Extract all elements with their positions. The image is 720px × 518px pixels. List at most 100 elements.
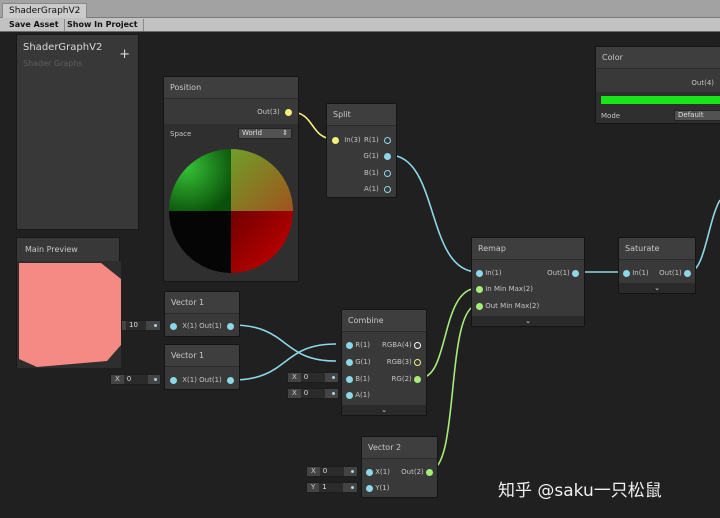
saturate-expand-chevron-icon[interactable]: ⌄ [619,283,695,293]
split-in-label: In(3) [344,136,361,144]
split-in-row: In(3) [332,134,361,146]
combine-out-rg-port[interactable] [414,375,421,383]
combine-expand-chevron-icon[interactable]: ⌄ [342,405,426,415]
vector2-x-input-field[interactable]: X0 [306,466,358,477]
vector1b-field-dot [154,378,157,381]
split-node-title: Split [327,104,396,126]
tab-shadergraph[interactable]: ShaderGraphV2 [2,3,88,18]
combine-in-r: R(1) [346,339,370,351]
vector1b-x-label: X [115,375,120,383]
combine-in-r-port[interactable] [346,341,353,349]
saturate-in-port[interactable] [623,269,630,277]
vector2-out-label: Out(2) [401,468,424,476]
combine-in-a: A(1) [346,389,370,401]
vector2-node[interactable]: Vector 2 X(1) Y(1) Out(2) [361,436,438,498]
combine-node[interactable]: Combine R(1) G(1) B(1) A(1) RGBA(4) RGB(… [341,309,427,416]
combine-a-field-dot [332,392,335,395]
saturate-out-port[interactable] [684,269,691,277]
space-dropdown-value: World [242,129,263,137]
combine-out-rgb-port[interactable] [414,358,421,366]
saturate-out-label: Out(1) [659,269,682,277]
split-out-b-port[interactable] [384,169,391,177]
remap-node[interactable]: Remap In(1) In Min Max(2) Out Min Max(2)… [471,237,585,327]
remap-inminmax-label: In Min Max(2) [485,285,533,293]
combine-out-rg-label: RG(2) [391,375,412,383]
position-out-port[interactable] [285,108,292,116]
combine-in-a-port[interactable] [346,391,353,399]
add-property-button[interactable]: + [119,47,130,62]
split-out-g-port[interactable] [384,152,391,160]
combine-in-a-label: A(1) [355,391,370,399]
remap-in-port[interactable] [476,269,483,277]
combine-a-input-field[interactable]: X0 [287,388,339,399]
vector1a-in-row: X(1) [170,320,197,332]
split-out-a-port[interactable] [384,185,391,193]
vector2-out-port[interactable] [426,468,433,476]
color-node-body: Mode Default [596,92,720,123]
combine-out-rgba-port[interactable] [414,341,421,349]
dropdown-arrow-icon: ⇕ [282,129,288,137]
vector2-in-y-port[interactable] [366,484,373,492]
color-mode-dropdown[interactable]: Default [674,110,720,121]
split-out-r-port[interactable] [384,136,391,144]
blackboard-panel: ShaderGraphV2 Shader Graphs + [16,34,139,230]
color-node[interactable]: Color Out(4) Mode Default [595,46,720,124]
split-node[interactable]: Split In(3) R(1) G(1) B(1) A(1) [326,103,397,198]
position-preview [169,149,293,273]
vector2-y-value: 1 [319,483,344,492]
vector1b-in-port[interactable] [170,376,177,384]
vector2-x-value: 0 [319,467,344,476]
vector2-in-y-label: Y(1) [375,484,390,492]
combine-in-g-port[interactable] [346,358,353,366]
split-out-r: R(1) [364,134,391,146]
vector1a-input-field[interactable]: 10 [121,320,161,331]
remap-expand-chevron-icon[interactable]: ⌄ [472,316,584,326]
vector1a-out-label: Out(1) [199,322,222,330]
vector1b-value: 0 [123,375,148,384]
vector1a-in-port[interactable] [170,322,177,330]
show-in-project-button[interactable]: Show In Project [62,19,144,31]
combine-b-value: 0 [300,373,325,382]
saturate-in-label: In(1) [632,269,649,277]
vector1a-node[interactable]: Vector 1 X(1) Out(1) [164,291,240,337]
remap-out-port[interactable] [572,269,579,277]
main-preview-title: Main Preview [25,245,78,254]
vector2-y-input-field[interactable]: Y1 [306,482,358,493]
split-in-port[interactable] [332,136,339,144]
remap-inminmax-row: In Min Max(2) [476,283,533,295]
combine-out-rgba: RGBA(4) [382,339,421,351]
split-out-b: B(1) [364,167,391,179]
vector2-in-x-port[interactable] [366,468,373,476]
position-node[interactable]: Position Out(3) Space World ⇕ [163,76,299,282]
color-mode-value: Default [678,111,704,119]
combine-out-rgb: RGB(3) [387,356,421,368]
saturate-node-title: Saturate [619,238,695,260]
vector1b-input-field[interactable]: X0 [110,374,161,385]
remap-out-label: Out(1) [547,269,570,277]
remap-outminmax-label: Out Min Max(2) [485,302,540,310]
split-out-g: G(1) [363,150,391,162]
color-out-row: Out(4) [691,77,714,89]
position-out-label: Out(3) [257,108,280,116]
color-swatch[interactable] [601,96,720,104]
combine-b-field-dot [332,376,335,379]
saturate-node[interactable]: Saturate In(1) Out(1) ⌄ [618,237,696,294]
save-asset-button[interactable]: Save Asset [4,19,65,31]
combine-out-rg: RG(2) [392,373,421,385]
combine-out-rgba-label: RGBA(4) [381,341,412,349]
vector1a-node-title: Vector 1 [165,292,239,314]
vector1a-field-dot [154,324,157,327]
vector1a-out-port[interactable] [227,322,234,330]
remap-inminmax-port[interactable] [476,285,483,293]
vector2-out-row: Out(2) [401,466,433,478]
space-dropdown[interactable]: World ⇕ [238,128,292,139]
vector1b-out-port[interactable] [227,376,234,384]
combine-in-b-port[interactable] [346,375,353,383]
watermark: 知乎 @saku一只松鼠 [498,481,662,501]
space-label: Space [170,130,192,138]
combine-b-input-field[interactable]: X0 [287,372,339,383]
vector1b-out-label: Out(1) [199,376,222,384]
vector1b-node[interactable]: Vector 1 X(1) Out(1) [164,344,240,390]
combine-node-title: Combine [342,310,426,332]
remap-outminmax-port[interactable] [476,302,483,310]
